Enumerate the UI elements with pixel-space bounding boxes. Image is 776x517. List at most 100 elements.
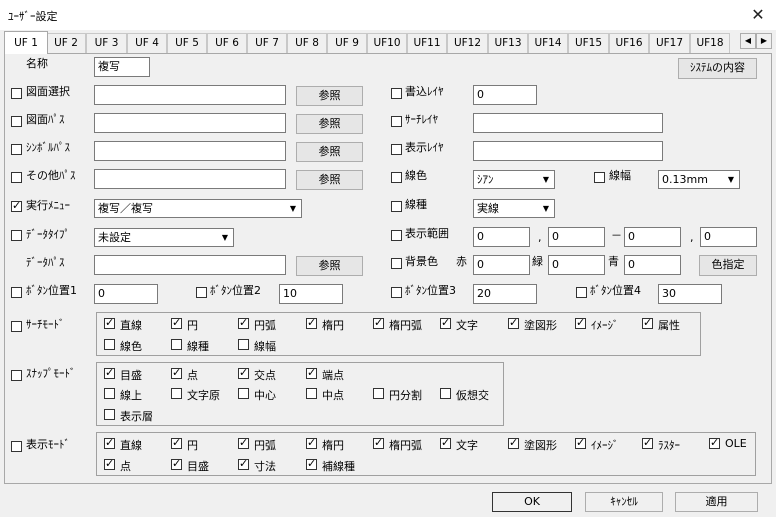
display-mode-checkbox[interactable] [11, 441, 22, 452]
option-checkbox[interactable] [306, 366, 317, 379]
path-row-field[interactable] [94, 169, 286, 189]
data-path-field[interactable] [94, 255, 286, 275]
option-checkbox[interactable] [171, 316, 182, 329]
button-pos4-field[interactable]: 30 [658, 284, 722, 304]
tab-uf6[interactable]: UF 6 [207, 33, 247, 53]
tab-uf15[interactable]: UF15 [568, 33, 609, 53]
tab-uf13[interactable]: UF13 [488, 33, 528, 53]
exec-menu-select[interactable]: 複写／複写 ▼ [94, 199, 302, 218]
red-field[interactable]: 0 [473, 255, 530, 275]
search-mode-checkbox[interactable] [11, 321, 22, 332]
option-checkbox[interactable] [104, 457, 115, 470]
option-checkbox[interactable] [575, 316, 586, 329]
browse-button[interactable]: 参照 [296, 142, 363, 162]
data-path-browse-button[interactable]: 参照 [296, 256, 363, 276]
browse-button[interactable]: 参照 [296, 114, 363, 134]
tab-uf10[interactable]: UF10 [367, 33, 407, 53]
option-checkbox[interactable] [373, 388, 384, 399]
tab-uf12[interactable]: UF12 [447, 33, 488, 53]
option-checkbox[interactable] [238, 388, 249, 399]
tab-uf18[interactable]: UF18 [690, 33, 730, 53]
browse-button[interactable]: 参照 [296, 86, 363, 106]
option-checkbox[interactable] [642, 436, 653, 449]
tab-scroll-left-icon[interactable]: ◀ [740, 33, 756, 49]
display-range-x2[interactable]: 0 [624, 227, 681, 247]
apply-button[interactable]: 適用 [675, 492, 758, 512]
option-checkbox[interactable] [440, 436, 451, 449]
button-pos3-field[interactable]: 20 [473, 284, 537, 304]
display-layer-field[interactable] [473, 141, 663, 161]
snap-mode-checkbox[interactable] [11, 370, 22, 381]
button-pos1-checkbox[interactable] [11, 287, 22, 298]
option-checkbox[interactable] [104, 388, 115, 399]
option-checkbox[interactable] [440, 316, 451, 329]
tab-uf8[interactable]: UF 8 [287, 33, 327, 53]
button-pos3-checkbox[interactable] [391, 287, 402, 298]
option-checkbox[interactable] [709, 436, 720, 449]
button-pos2-checkbox[interactable] [196, 287, 207, 298]
option-checkbox[interactable] [104, 316, 115, 329]
display-range-x1[interactable]: 0 [473, 227, 530, 247]
option-checkbox[interactable] [373, 316, 384, 329]
system-content-button[interactable]: ｼｽﾃﾑの内容 [678, 58, 757, 79]
line-type-select[interactable]: 実線 ▼ [473, 199, 555, 218]
blue-field[interactable]: 0 [624, 255, 681, 275]
tab-uf3[interactable]: UF 3 [86, 33, 127, 53]
write-layer-field[interactable]: 0 [473, 85, 537, 105]
option-checkbox[interactable] [440, 388, 451, 399]
name-field[interactable]: 複写 [94, 57, 150, 77]
path-row-checkbox[interactable] [11, 116, 22, 127]
option-checkbox[interactable] [306, 388, 317, 399]
search-layer-field[interactable] [473, 113, 663, 133]
option-checkbox[interactable] [306, 436, 317, 449]
line-color-select[interactable]: ｼｱﾝ ▼ [473, 170, 555, 189]
tab-uf7[interactable]: UF 7 [247, 33, 287, 53]
search-layer-checkbox[interactable] [391, 116, 402, 127]
line-color-checkbox[interactable] [391, 172, 402, 183]
tab-uf5[interactable]: UF 5 [167, 33, 207, 53]
button-pos1-field[interactable]: 0 [94, 284, 158, 304]
option-checkbox[interactable] [373, 436, 384, 449]
option-checkbox[interactable] [306, 316, 317, 329]
option-checkbox[interactable] [238, 339, 249, 350]
green-field[interactable]: 0 [548, 255, 605, 275]
option-checkbox[interactable] [171, 339, 182, 350]
tab-uf1[interactable]: UF 1 [4, 31, 48, 54]
button-pos4-checkbox[interactable] [576, 287, 587, 298]
data-type-select[interactable]: 未設定 ▼ [94, 228, 234, 247]
background-checkbox[interactable] [391, 258, 402, 269]
ok-button[interactable]: OK [492, 492, 572, 512]
path-row-field[interactable] [94, 113, 286, 133]
option-checkbox[interactable] [238, 457, 249, 470]
option-checkbox[interactable] [238, 366, 249, 379]
tab-uf4[interactable]: UF 4 [127, 33, 167, 53]
option-checkbox[interactable] [104, 366, 115, 379]
display-layer-checkbox[interactable] [391, 144, 402, 155]
data-type-checkbox[interactable] [11, 230, 22, 241]
browse-button[interactable]: 参照 [296, 170, 363, 190]
line-width-select[interactable]: 0.13mm ▼ [658, 170, 740, 189]
option-checkbox[interactable] [171, 366, 182, 379]
tab-uf9[interactable]: UF 9 [327, 33, 367, 53]
display-range-checkbox[interactable] [391, 230, 402, 241]
line-width-checkbox[interactable] [594, 172, 605, 183]
option-checkbox[interactable] [238, 436, 249, 449]
display-range-y1[interactable]: 0 [548, 227, 605, 247]
tab-uf16[interactable]: UF16 [609, 33, 649, 53]
path-row-checkbox[interactable] [11, 144, 22, 155]
line-type-checkbox[interactable] [391, 201, 402, 212]
option-checkbox[interactable] [171, 457, 182, 470]
path-row-field[interactable] [94, 85, 286, 105]
tab-uf17[interactable]: UF17 [649, 33, 690, 53]
option-checkbox[interactable] [171, 388, 182, 399]
option-checkbox[interactable] [508, 316, 519, 329]
option-checkbox[interactable] [238, 316, 249, 329]
tab-uf2[interactable]: UF 2 [46, 33, 86, 53]
tab-scroll-right-icon[interactable]: ▶ [756, 33, 772, 49]
tab-uf11[interactable]: UF11 [407, 33, 447, 53]
exec-menu-checkbox[interactable] [11, 199, 22, 212]
option-checkbox[interactable] [104, 436, 115, 449]
option-checkbox[interactable] [508, 436, 519, 449]
close-button[interactable]: ✕ [746, 3, 770, 27]
path-row-field[interactable] [94, 141, 286, 161]
